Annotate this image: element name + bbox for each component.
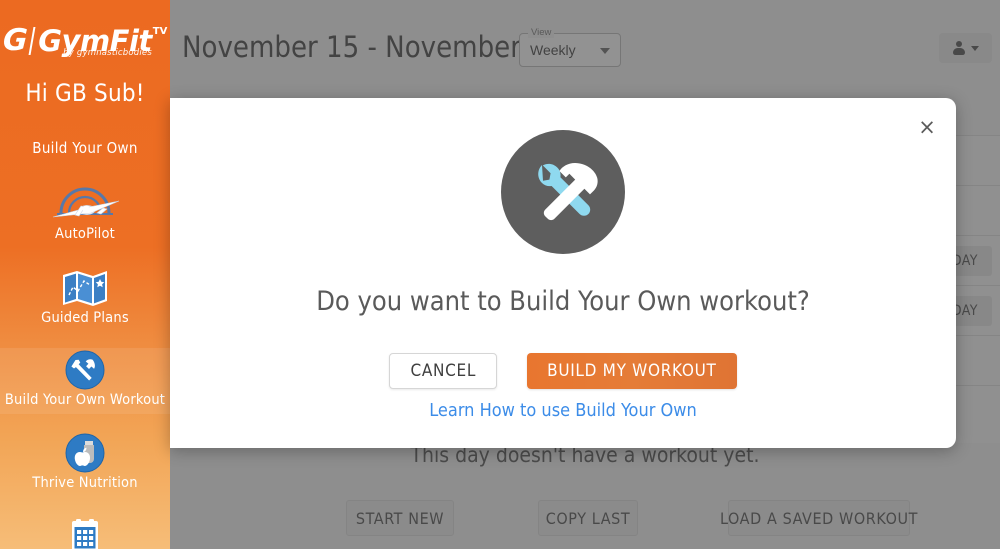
- modal-actions: CANCEL BUILD MY WORKOUT: [170, 353, 956, 389]
- build-my-workout-button[interactable]: BUILD MY WORKOUT: [527, 353, 737, 389]
- hammer-wrench-circle-icon: [501, 130, 625, 254]
- sidebar-item-guided-plans[interactable]: Guided Plans: [0, 266, 170, 332]
- sidebar-item-build-your-own-workout[interactable]: Build Your Own Workout: [0, 348, 170, 414]
- close-icon[interactable]: ×: [915, 115, 939, 139]
- logo-divider: [28, 27, 36, 55]
- sidebar-item-autopilot[interactable]: AutoPilot: [0, 182, 170, 248]
- cancel-button[interactable]: CANCEL: [389, 353, 498, 389]
- calendar-icon: [0, 514, 170, 549]
- sidebar-item-label: Guided Plans: [41, 310, 129, 326]
- learn-how-link[interactable]: Learn How to use Build Your Own: [170, 400, 956, 421]
- map-icon: [0, 266, 170, 310]
- sidebar-item-label: Thrive Nutrition: [32, 475, 138, 491]
- sidebar-item-label: AutoPilot: [55, 226, 115, 242]
- sidebar-item-label: Build Your Own Workout: [4, 392, 166, 408]
- logo-mark: G: [1, 23, 28, 58]
- autopilot-plane-icon: [0, 182, 170, 226]
- sidebar-section-title: Build Your Own: [32, 139, 138, 157]
- hammer-wrench-icon: [0, 348, 170, 392]
- user-greeting: Hi GB Sub!: [25, 79, 145, 107]
- sidebar-item-thrive-nutrition[interactable]: Thrive Nutrition: [0, 431, 170, 497]
- build-your-own-modal: × Do you want to Build Your Own workout?…: [170, 98, 956, 448]
- sidebar: G GymFit TV by gymnasticbodies Hi GB Sub…: [0, 0, 170, 549]
- modal-title: Do you want to Build Your Own workout?: [316, 286, 810, 317]
- app-root: November 15 - November 21 View Weekly CL…: [0, 0, 1000, 549]
- logo-tv: TV: [152, 26, 168, 37]
- apple-shaker-icon: [0, 431, 170, 475]
- sidebar-item-calendar[interactable]: [0, 514, 170, 549]
- app-logo[interactable]: G GymFit TV by gymnasticbodies: [0, 23, 170, 58]
